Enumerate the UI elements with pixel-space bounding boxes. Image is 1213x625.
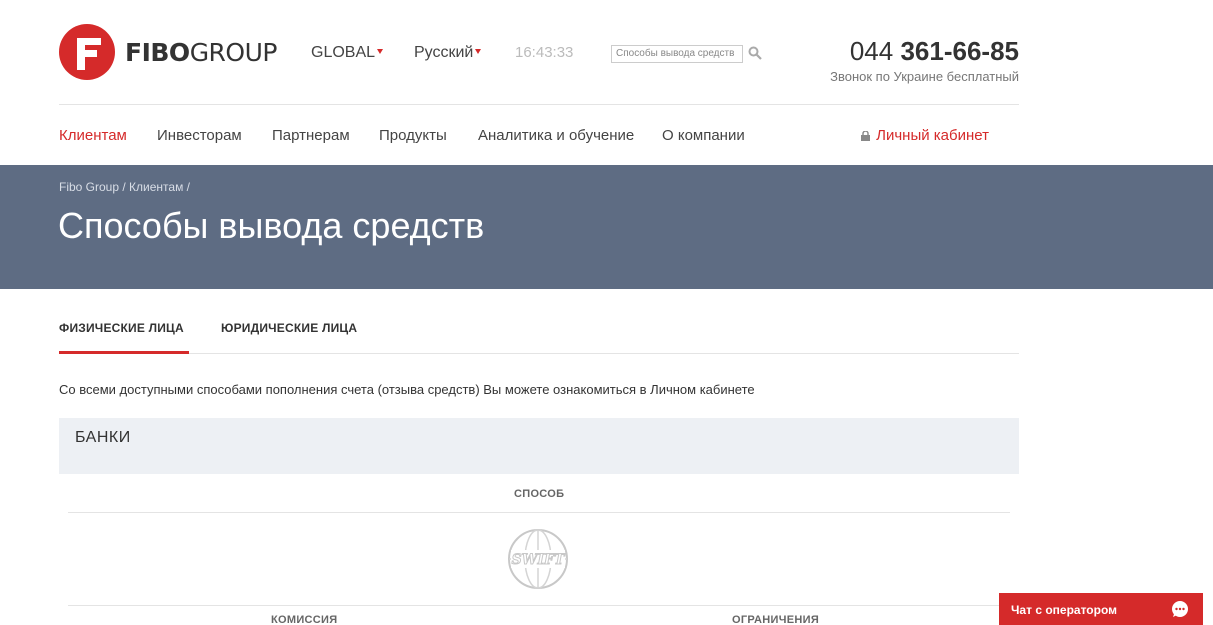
section-header-banks: БАНКИ [59, 418, 1019, 474]
svg-text:SWIFT: SWIFT [512, 552, 566, 568]
server-clock: 16:43:33 [515, 44, 574, 61]
nav-item-investors[interactable]: Инвесторам [157, 127, 242, 144]
caret-down-icon [475, 49, 482, 54]
page-title: Способы вывода средств [58, 205, 485, 246]
tabs: ФИЗИЧЕСКИЕ ЛИЦА ЮРИДИЧЕСКИЕ ЛИЦА [59, 289, 1019, 354]
header-top: FIBOGROUP GLOBAL Русский 16:43:33 Способ… [59, 0, 1019, 105]
region-selector[interactable]: GLOBAL [311, 44, 384, 62]
column-header-limits: ОГРАНИЧЕНИЯ [732, 614, 820, 625]
tab-legal-entities[interactable]: ЮРИДИЧЕСКИЕ ЛИЦА [221, 321, 357, 335]
phone-number[interactable]: 044 361-66-85 [850, 36, 1019, 67]
nav-item-products[interactable]: Продукты [379, 127, 447, 144]
nav-item-clients[interactable]: Клиентам [59, 127, 127, 144]
language-selector[interactable]: Русский [414, 44, 482, 62]
search-input[interactable]: Способы вывода средств [611, 45, 743, 63]
lock-icon [861, 131, 871, 141]
fibogroup-logo-icon [59, 24, 115, 80]
nav-item-analytics[interactable]: Аналитика и обучение [478, 127, 634, 144]
chat-with-operator-button[interactable]: Чат с оператором [999, 593, 1203, 625]
section-title: БАНКИ [75, 429, 131, 446]
nav-item-partners[interactable]: Партнерам [272, 127, 350, 144]
active-tab-indicator [59, 351, 189, 354]
personal-cabinet-link[interactable]: Личный кабинет [861, 127, 989, 144]
phone-note: Звонок по Украине бесплатный [830, 69, 1019, 84]
divider [68, 605, 1010, 606]
nav-item-about[interactable]: О компании [662, 127, 745, 144]
divider [68, 512, 1010, 513]
column-header-commission: КОМИССИЯ [271, 614, 338, 625]
swift-logo-icon: SWIFT [508, 529, 568, 589]
chat-label: Чат с оператором [1011, 603, 1118, 617]
main-nav: Клиентам Инвесторам Партнерам Продукты А… [59, 106, 1019, 165]
breadcrumb[interactable]: Fibo Group / Клиентам / [59, 180, 190, 194]
search-icon[interactable] [748, 46, 762, 60]
column-header-method: СПОСОБ [514, 488, 565, 500]
logo[interactable]: FIBOGROUP [59, 24, 277, 80]
tab-individuals[interactable]: ФИЗИЧЕСКИЕ ЛИЦА [59, 321, 184, 335]
page-banner: Fibo Group / Клиентам / Способы вывода с… [0, 165, 1213, 289]
chat-bubble-icon [1172, 601, 1188, 617]
caret-down-icon [377, 49, 384, 54]
logo-text: FIBOGROUP [125, 37, 277, 67]
info-text: Со всеми доступными способами пополнения… [59, 382, 755, 397]
